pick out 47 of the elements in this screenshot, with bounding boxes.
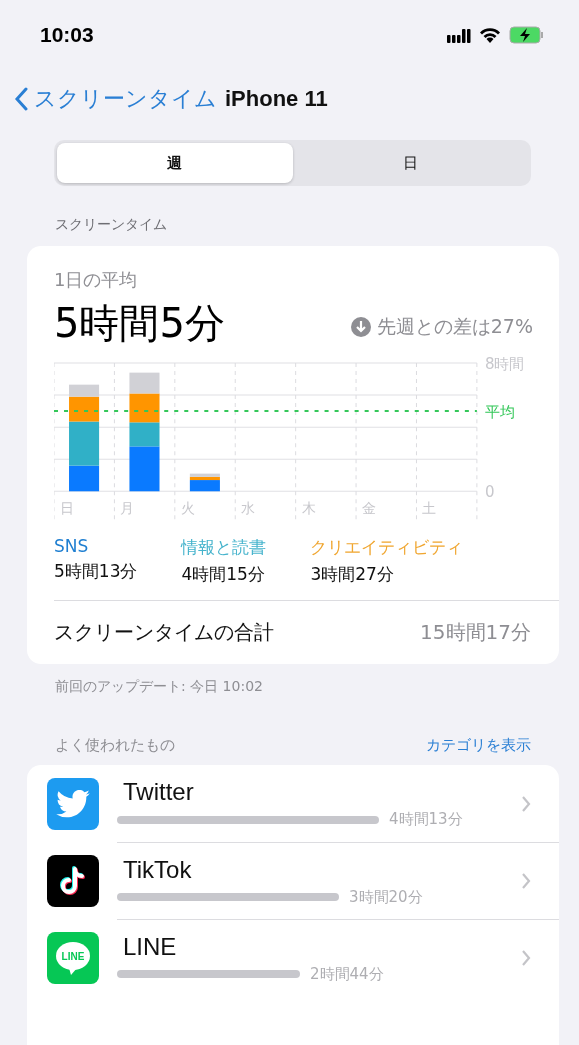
bar-segment [129, 393, 160, 423]
category-name: 情報と読書 [181, 536, 267, 560]
average-value: 5時間5分 [54, 299, 225, 348]
segment-tab[interactable]: 週 [57, 143, 293, 183]
signal-icon [447, 27, 471, 43]
total-value: 15時間17分 [420, 619, 531, 647]
chevron-left-icon [14, 87, 28, 111]
section-title: スクリーンタイム [55, 216, 168, 234]
category-time: 5時間13分 [54, 560, 138, 584]
bird-icon [47, 777, 99, 830]
back-link[interactable]: スクリーンタイム [14, 84, 217, 114]
bar-segment [129, 372, 160, 394]
average-label: 平均 [484, 403, 515, 422]
axis-label: 0 [484, 483, 495, 502]
app-time: 3時間20分 [349, 887, 423, 907]
day-label: 水 [241, 500, 256, 517]
day-label: 土 [422, 500, 437, 517]
update-note: 前回のアップデート: 今日 10:02 [55, 678, 264, 697]
page-title: iPhone 11 [225, 86, 328, 112]
app-name: TikTok [123, 855, 193, 884]
app-name: LINE [123, 932, 178, 961]
app-time: 4時間13分 [389, 810, 463, 830]
segment-tab[interactable]: 日 [292, 143, 528, 183]
total-label: スクリーンタイムの合計 [54, 619, 274, 647]
wifi-icon [479, 27, 501, 43]
app-name: Twitter [123, 778, 195, 807]
logo-text: LINE [61, 950, 85, 962]
chat-bubble-icon [47, 931, 99, 984]
axis-label: 8時間 [484, 357, 525, 373]
chevron-icon[interactable] [521, 949, 531, 968]
battery-icon [509, 26, 545, 44]
category-time: 4時間15分 [181, 563, 266, 587]
status-time: 10:03 [40, 23, 94, 47]
caption: 1日の平均 [54, 268, 139, 292]
day-label: 金 [362, 500, 377, 517]
day-label: 木 [301, 500, 316, 517]
show-categories-link[interactable]: カテゴリを表示 [426, 736, 531, 756]
app-time: 2時間44分 [310, 964, 384, 984]
category-name: クリエイティビティ [310, 536, 464, 560]
category-name: SNS [54, 536, 90, 557]
chevron-icon[interactable] [521, 794, 531, 813]
category-time: 3時間27分 [310, 563, 395, 587]
day-label: 日 [60, 500, 74, 517]
chevron-icon[interactable] [521, 872, 531, 891]
section-title: よく使われたもの [55, 736, 175, 756]
comparison-text: 先週との差は27% [376, 314, 533, 339]
music-note-icon [47, 854, 99, 907]
